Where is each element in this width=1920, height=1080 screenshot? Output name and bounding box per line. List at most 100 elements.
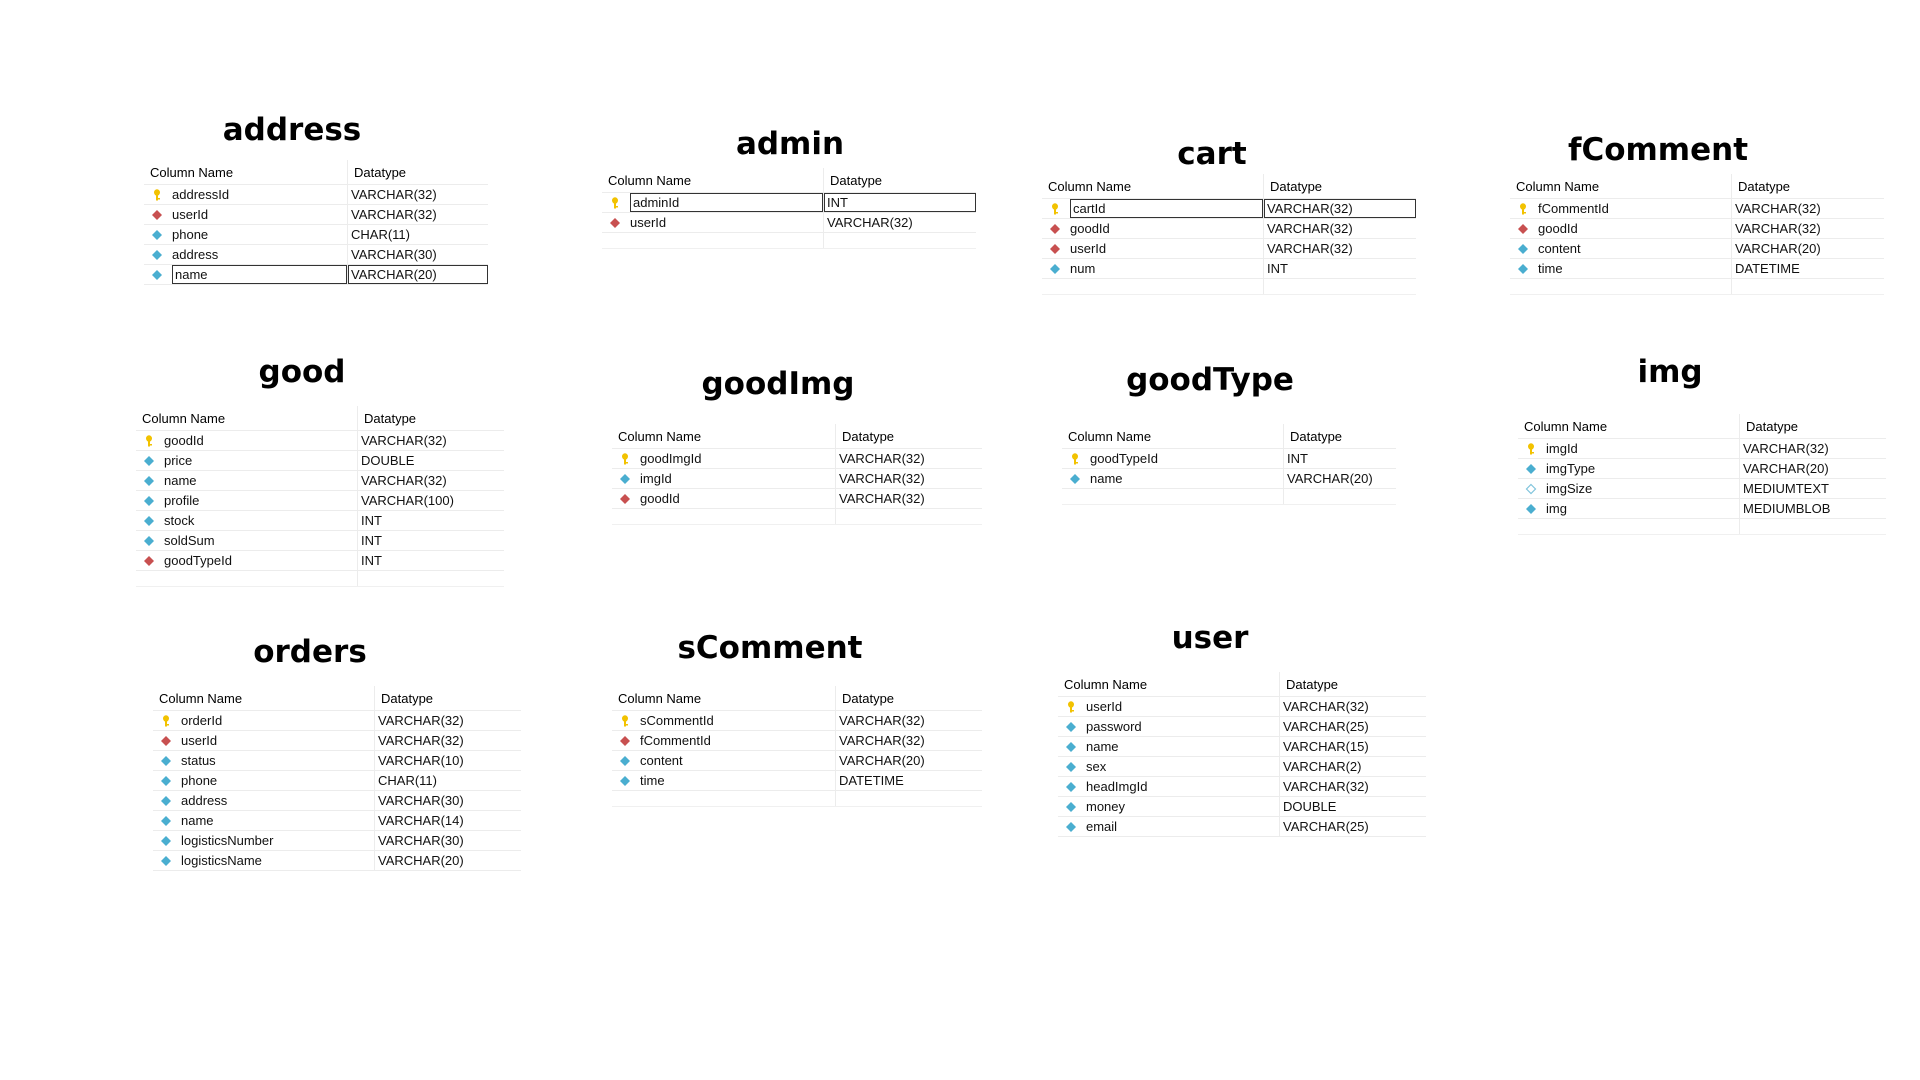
datatype-cell[interactable]: VARCHAR(32) <box>836 489 982 508</box>
datatype-cell[interactable]: DATETIME <box>1732 259 1884 278</box>
datatype-cell[interactable]: VARCHAR(32) <box>358 471 504 490</box>
column-name-cell[interactable]: name <box>144 265 348 284</box>
datatype-cell[interactable]: INT <box>358 551 504 570</box>
empty-type-cell[interactable] <box>1740 519 1886 534</box>
empty-row[interactable] <box>136 571 504 587</box>
empty-row[interactable] <box>1042 279 1416 295</box>
column-name-cell[interactable]: email <box>1058 817 1280 836</box>
column-name-cell[interactable]: password <box>1058 717 1280 736</box>
datatype-header[interactable]: Datatype <box>824 168 976 192</box>
column-name-cell[interactable]: price <box>136 451 358 470</box>
column-name-cell[interactable]: headImgId <box>1058 777 1280 796</box>
table-row[interactable]: name VARCHAR(20) <box>1062 469 1396 489</box>
table-row[interactable]: goodId VARCHAR(32) <box>612 489 982 509</box>
datatype-cell[interactable]: VARCHAR(30) <box>348 245 488 264</box>
empty-name-cell[interactable] <box>1518 519 1740 534</box>
datatype-cell[interactable]: VARCHAR(25) <box>1280 717 1426 736</box>
datatype-cell[interactable]: VARCHAR(20) <box>1732 239 1884 258</box>
column-name-cell[interactable]: phone <box>153 771 375 790</box>
empty-row[interactable] <box>602 233 976 249</box>
column-name-cell[interactable]: time <box>1510 259 1732 278</box>
column-name-cell[interactable]: logisticsName <box>153 851 375 870</box>
column-name-cell[interactable]: time <box>612 771 836 790</box>
datatype-cell[interactable]: VARCHAR(32) <box>1264 219 1416 238</box>
datatype-header[interactable]: Datatype <box>836 424 982 448</box>
table-row[interactable]: userId VARCHAR(32) <box>602 213 976 233</box>
empty-row[interactable] <box>612 791 982 807</box>
empty-type-cell[interactable] <box>836 791 982 806</box>
table-row[interactable]: goodTypeId INT <box>136 551 504 571</box>
column-name-cell[interactable]: fCommentId <box>1510 199 1732 218</box>
table-row[interactable]: fCommentId VARCHAR(32) <box>612 731 982 751</box>
column-name-cell[interactable]: address <box>153 791 375 810</box>
datatype-cell[interactable]: VARCHAR(32) <box>375 731 521 750</box>
table-row[interactable]: profile VARCHAR(100) <box>136 491 504 511</box>
table-row[interactable]: cartId VARCHAR(32) <box>1042 199 1416 219</box>
table-row[interactable]: goodId VARCHAR(32) <box>1042 219 1416 239</box>
empty-row[interactable] <box>1518 519 1886 535</box>
column-name-cell[interactable]: content <box>612 751 836 770</box>
datatype-header[interactable]: Datatype <box>1280 672 1426 696</box>
column-name-cell[interactable]: userId <box>144 205 348 224</box>
column-name-cell[interactable]: content <box>1510 239 1732 258</box>
table-row[interactable]: name VARCHAR(14) <box>153 811 521 831</box>
column-name-cell[interactable]: userId <box>153 731 375 750</box>
datatype-cell[interactable]: VARCHAR(32) <box>836 711 982 730</box>
table-row[interactable]: goodImgId VARCHAR(32) <box>612 449 982 469</box>
column-name-cell[interactable]: logisticsNumber <box>153 831 375 850</box>
column-name-cell[interactable]: goodId <box>612 489 836 508</box>
column-name-cell[interactable]: userId <box>1042 239 1264 258</box>
table-row[interactable]: time DATETIME <box>612 771 982 791</box>
table-row[interactable]: adminId INT <box>602 193 976 213</box>
table-row[interactable]: price DOUBLE <box>136 451 504 471</box>
column-name-cell[interactable]: address <box>144 245 348 264</box>
column-name-header[interactable]: Column Name <box>1058 672 1280 696</box>
empty-name-cell[interactable] <box>612 509 836 524</box>
datatype-cell[interactable]: CHAR(11) <box>375 771 521 790</box>
datatype-cell[interactable]: VARCHAR(32) <box>1264 239 1416 258</box>
empty-type-cell[interactable] <box>1264 279 1416 294</box>
empty-row[interactable] <box>1510 279 1884 295</box>
table-row[interactable]: phone CHAR(11) <box>144 225 488 245</box>
table-row[interactable]: logisticsNumber VARCHAR(30) <box>153 831 521 851</box>
column-name-header[interactable]: Column Name <box>612 424 836 448</box>
table-row[interactable]: status VARCHAR(10) <box>153 751 521 771</box>
table-row[interactable]: userId VARCHAR(32) <box>144 205 488 225</box>
datatype-cell[interactable]: INT <box>824 193 976 212</box>
empty-type-cell[interactable] <box>824 233 976 248</box>
datatype-header[interactable]: Datatype <box>348 160 488 184</box>
table-row[interactable]: userId VARCHAR(32) <box>1058 697 1426 717</box>
table-row[interactable]: stock INT <box>136 511 504 531</box>
datatype-cell[interactable]: VARCHAR(20) <box>375 851 521 870</box>
datatype-cell[interactable]: VARCHAR(2) <box>1280 757 1426 776</box>
table-row[interactable]: phone CHAR(11) <box>153 771 521 791</box>
column-name-cell[interactable]: status <box>153 751 375 770</box>
datatype-cell[interactable]: VARCHAR(32) <box>836 449 982 468</box>
column-name-header[interactable]: Column Name <box>153 686 375 710</box>
column-name-cell[interactable]: money <box>1058 797 1280 816</box>
column-name-header[interactable]: Column Name <box>612 686 836 710</box>
datatype-cell[interactable]: DATETIME <box>836 771 982 790</box>
column-name-cell[interactable]: name <box>153 811 375 830</box>
column-name-cell[interactable]: fCommentId <box>612 731 836 750</box>
column-name-cell[interactable]: goodTypeId <box>136 551 358 570</box>
table-row[interactable]: address VARCHAR(30) <box>144 245 488 265</box>
column-name-cell[interactable]: profile <box>136 491 358 510</box>
datatype-header[interactable]: Datatype <box>375 686 521 710</box>
column-name-header[interactable]: Column Name <box>1510 174 1732 198</box>
column-name-cell[interactable]: goodId <box>136 431 358 450</box>
datatype-cell[interactable]: VARCHAR(14) <box>375 811 521 830</box>
datatype-cell[interactable]: VARCHAR(32) <box>375 711 521 730</box>
column-name-cell[interactable]: soldSum <box>136 531 358 550</box>
empty-type-cell[interactable] <box>358 571 504 586</box>
empty-name-cell[interactable] <box>1042 279 1264 294</box>
datatype-cell[interactable]: MEDIUMTEXT <box>1740 479 1886 498</box>
datatype-header[interactable]: Datatype <box>1732 174 1884 198</box>
table-row[interactable]: imgType VARCHAR(20) <box>1518 459 1886 479</box>
column-name-cell[interactable]: goodId <box>1510 219 1732 238</box>
datatype-cell[interactable]: VARCHAR(20) <box>1284 469 1396 488</box>
column-name-header[interactable]: Column Name <box>1042 174 1264 198</box>
table-row[interactable]: password VARCHAR(25) <box>1058 717 1426 737</box>
datatype-cell[interactable]: MEDIUMBLOB <box>1740 499 1886 518</box>
column-name-cell[interactable]: sCommentId <box>612 711 836 730</box>
